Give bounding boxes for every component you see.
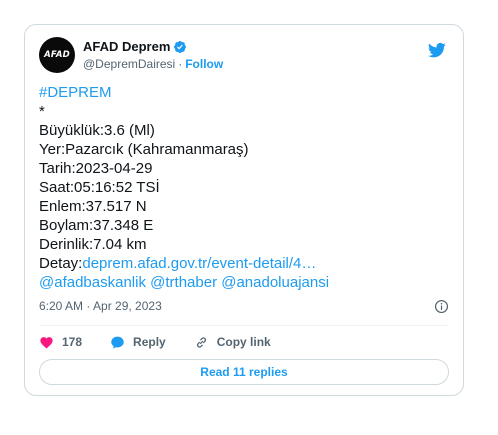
like-count: 178 bbox=[62, 335, 83, 349]
copy-link-label: Copy link bbox=[216, 335, 271, 349]
follow-link[interactable]: Follow bbox=[185, 57, 223, 71]
tweet-body: #DEPREM * Büyüklük:3.6 (Ml) Yer:Pazarcık… bbox=[39, 83, 449, 292]
action-bar: 178 Reply Copy link bbox=[39, 333, 449, 351]
tweet-line: * bbox=[39, 103, 45, 120]
reply-button[interactable]: Reply bbox=[110, 335, 166, 350]
info-icon[interactable] bbox=[434, 299, 449, 314]
separator-dot: · bbox=[178, 57, 183, 71]
name-row: AFAD Deprem bbox=[83, 39, 187, 54]
tweet-header: AFAD AFAD Deprem @DepremDairesi · Follow bbox=[39, 37, 449, 73]
avatar[interactable]: AFAD bbox=[39, 37, 75, 73]
copy-link-button[interactable]: Copy link bbox=[194, 335, 271, 350]
tweet-line-depth: Derinlik:7.04 km bbox=[39, 236, 147, 253]
tweet-line-location: Yer:Pazarcık (Kahramanmaraş) bbox=[39, 141, 249, 158]
handle-row: @DepremDairesi · Follow bbox=[83, 57, 223, 71]
tweet-line-magnitude: Büyüklük:3.6 (Ml) bbox=[39, 122, 155, 139]
read-replies-button[interactable]: Read 11 replies bbox=[39, 359, 449, 385]
tweet-timestamp[interactable]: 6:20 AM · Apr 29, 2023 bbox=[39, 299, 162, 313]
tweet-line-latitude: Enlem:37.517 N bbox=[39, 198, 147, 215]
tweet-line-detail: Detay:deprem.afad.gov.tr/event-detail/4… bbox=[39, 254, 449, 273]
mention-link[interactable]: @anadoluajansi bbox=[221, 274, 329, 291]
divider bbox=[39, 325, 449, 326]
hashtag-link[interactable]: #DEPREM bbox=[39, 83, 449, 102]
meta-row: 6:20 AM · Apr 29, 2023 bbox=[39, 299, 449, 315]
reply-bubble-icon bbox=[111, 336, 124, 349]
tweet-line-longitude: Boylam:37.348 E bbox=[39, 217, 154, 234]
mention-link[interactable]: @trthaber bbox=[150, 274, 217, 291]
tweet-card: AFAD AFAD Deprem @DepremDairesi · Follow #… bbox=[24, 24, 464, 396]
detail-link[interactable]: deprem.afad.gov.tr/event-detail/4… bbox=[82, 255, 316, 272]
reply-label: Reply bbox=[133, 335, 166, 349]
twitter-bird-icon[interactable] bbox=[427, 41, 447, 59]
display-name[interactable]: AFAD Deprem bbox=[83, 39, 170, 54]
tweet-line-time: Saat:05:16:52 TSİ bbox=[39, 179, 160, 196]
handle[interactable]: @DepremDairesi bbox=[83, 57, 175, 71]
link-chain-icon bbox=[196, 336, 206, 348]
mention-link[interactable]: @afadbaskanlik bbox=[39, 274, 146, 291]
like-button[interactable]: 178 bbox=[39, 335, 82, 350]
detail-prefix: Detay: bbox=[39, 255, 83, 272]
mentions-line: @afadbaskanlik @trthaber @anadoluajansi bbox=[39, 273, 449, 292]
verified-badge-icon bbox=[174, 40, 187, 53]
heart-icon bbox=[40, 336, 53, 348]
tweet-line-date: Tarih:2023-04-29 bbox=[39, 160, 153, 177]
avatar-logo-text: AFAD bbox=[44, 50, 70, 60]
